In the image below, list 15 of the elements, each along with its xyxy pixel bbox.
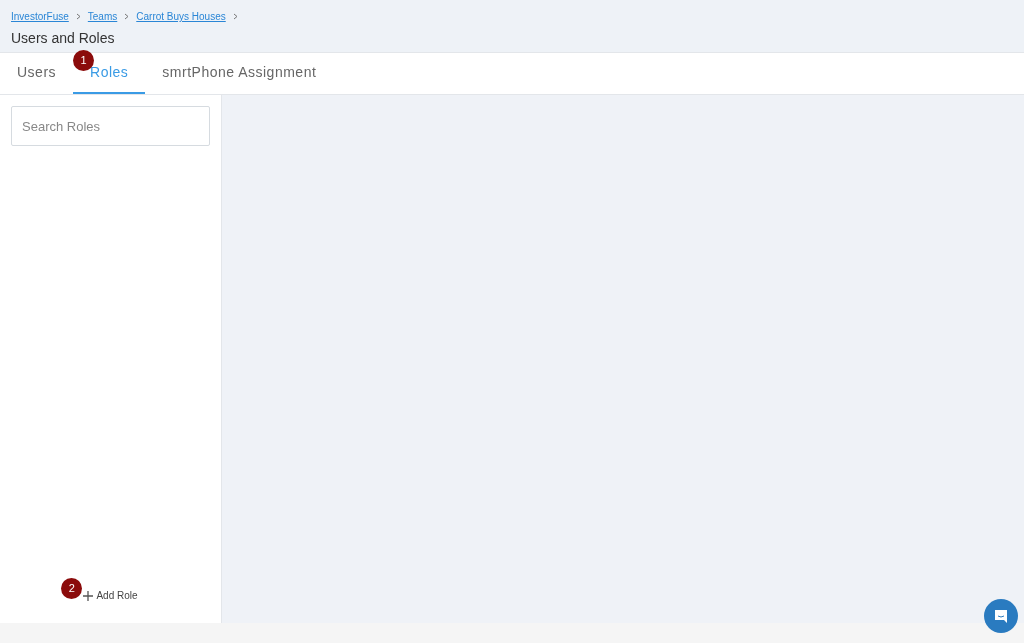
breadcrumb-link[interactable]: InvestorFuse bbox=[11, 9, 69, 24]
chat-icon bbox=[993, 608, 1009, 624]
chevron-icon bbox=[75, 13, 81, 20]
plus-icon bbox=[83, 590, 94, 601]
chevron-icon bbox=[232, 13, 238, 20]
search-field[interactable]: Search Roles bbox=[11, 106, 210, 146]
add-role-button[interactable]: Add Role bbox=[83, 588, 138, 603]
step-marker: 2 bbox=[61, 578, 83, 599]
breadcrumb-link[interactable]: Carrot Buys Houses bbox=[136, 9, 226, 24]
breadcrumb-link[interactable]: Teams bbox=[87, 9, 118, 24]
chat-button[interactable] bbox=[984, 599, 1018, 633]
chevron-icon bbox=[124, 13, 130, 20]
tab[interactable]: smrtPhone Assignment bbox=[145, 53, 334, 94]
page-title: Users and Roles bbox=[11, 29, 116, 48]
tab[interactable]: Users bbox=[0, 53, 74, 94]
